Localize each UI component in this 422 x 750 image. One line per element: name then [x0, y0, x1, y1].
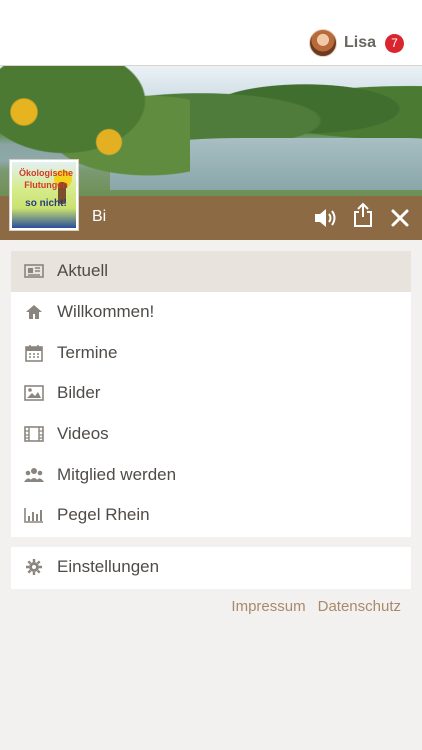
close-icon[interactable]	[385, 203, 415, 233]
menu-item-mitglied-werden[interactable]: Mitglied werden	[11, 454, 411, 495]
calendar-icon	[24, 343, 44, 363]
menu-label: Bilder	[57, 383, 101, 403]
logo-line1: Ökologische	[18, 168, 73, 178]
menu-label: Termine	[57, 342, 118, 362]
player-title: Bi	[92, 208, 107, 225]
menu-item-einstellungen[interactable]: Einstellungen	[11, 547, 411, 588]
notification-badge[interactable]: 7	[385, 33, 404, 53]
menu-item-termine[interactable]: Termine	[11, 332, 411, 373]
datenschutz-link[interactable]: Datenschutz	[318, 598, 401, 615]
menu-item-aktuell[interactable]: Aktuell	[11, 251, 411, 292]
app-logo[interactable]: Ökologische Flutungen so nicht!	[10, 160, 78, 230]
user-area[interactable]: Lisa 7	[308, 29, 404, 57]
home-icon	[24, 302, 44, 322]
impressum-link[interactable]: Impressum	[231, 598, 305, 615]
bar-chart-icon	[24, 505, 44, 525]
menu-label: Aktuell	[57, 261, 109, 281]
speaker-icon[interactable]	[311, 203, 341, 233]
settings-card: Einstellungen	[11, 547, 411, 589]
group-icon	[24, 465, 44, 485]
menu-label: Pegel Rhein	[57, 505, 150, 525]
menu-item-videos[interactable]: Videos	[11, 414, 411, 455]
logo-line3: so nicht!	[25, 198, 67, 209]
footer-links: Impressum Datenschutz	[231, 598, 401, 615]
menu-label: Willkommen!	[57, 302, 155, 322]
menu-item-pegel-rhein[interactable]: Pegel Rhein	[11, 495, 411, 536]
user-name[interactable]: Lisa	[344, 34, 376, 52]
gear-icon	[24, 557, 44, 577]
menu-item-willkommen[interactable]: Willkommen!	[11, 292, 411, 333]
menu-label: Mitglied werden	[57, 464, 177, 484]
navigation-menu: Aktuell Willkommen! Termine Bilder Video…	[11, 251, 411, 537]
user-avatar[interactable]	[308, 29, 337, 57]
news-icon	[24, 261, 44, 281]
menu-label: Videos	[57, 424, 109, 444]
menu-item-bilder[interactable]: Bilder	[11, 373, 411, 414]
film-icon	[24, 424, 44, 444]
logo-line2: Flutungen	[24, 180, 68, 190]
image-icon	[24, 383, 44, 403]
top-bar: Lisa 7	[0, 0, 422, 66]
share-icon[interactable]	[348, 200, 378, 230]
menu-label: Einstellungen	[57, 557, 160, 577]
